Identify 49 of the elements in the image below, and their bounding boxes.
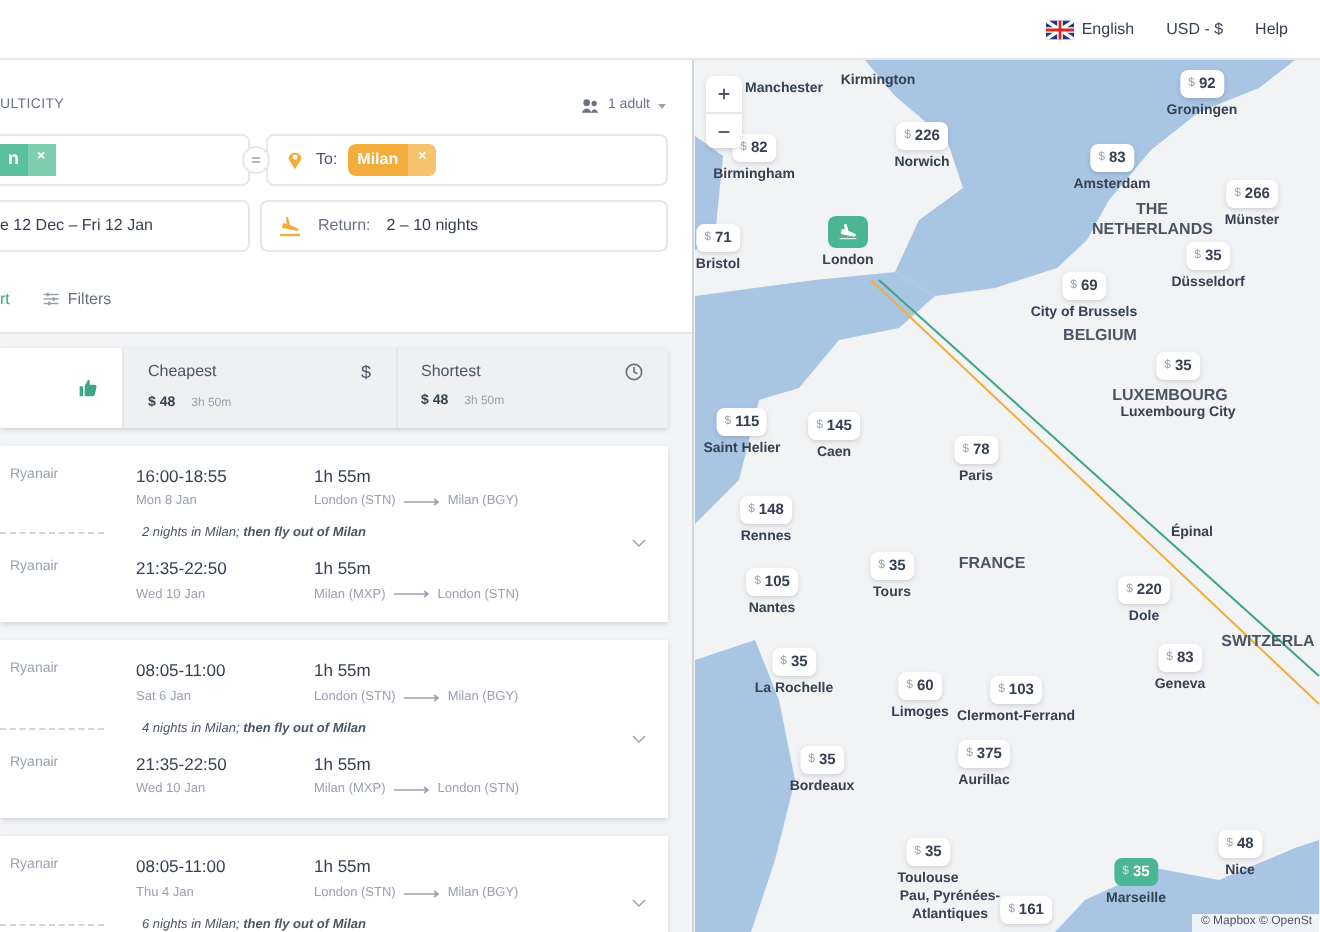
arrow-icon bbox=[403, 889, 440, 898]
flight-duration: 1h 55m bbox=[314, 463, 373, 489]
flight-duration: 1h 55m bbox=[314, 555, 373, 581]
currency-link[interactable]: USD - $ bbox=[1166, 17, 1224, 41]
flight-times: 21:35-22:50 bbox=[136, 555, 229, 581]
map-label: BELGIUM bbox=[1063, 324, 1137, 348]
flight-times: 16:00-18:55 bbox=[136, 463, 229, 489]
map-label: FRANCE bbox=[958, 552, 1026, 576]
return-field[interactable]: Return: 2 – 10 nights bbox=[260, 199, 668, 251]
caret-down-icon bbox=[656, 100, 668, 113]
thumbs-up-icon bbox=[78, 377, 98, 397]
people-icon bbox=[579, 96, 600, 117]
chevron-down-icon bbox=[630, 729, 648, 748]
filter-icon bbox=[41, 290, 60, 308]
flight-times: 08:05-11:00 bbox=[136, 854, 228, 880]
landing-plane-icon bbox=[278, 213, 302, 237]
return-label: Return: bbox=[318, 213, 371, 237]
flight-duration: 1h 55m bbox=[314, 854, 373, 880]
map-label: LUXEMBOURG bbox=[1112, 384, 1228, 405]
plane-icon bbox=[838, 222, 858, 242]
flight-times: 08:05-11:00 bbox=[136, 658, 228, 684]
swap-button[interactable] bbox=[242, 145, 270, 173]
flag-icon bbox=[1045, 15, 1074, 43]
flight-duration: 1h 55m bbox=[314, 658, 373, 684]
tab-title: Cheapest bbox=[148, 360, 217, 385]
clock-icon bbox=[624, 362, 644, 383]
map-label: THE NETHERLANDS bbox=[1092, 200, 1212, 240]
arrow-icon bbox=[403, 693, 440, 702]
return-value: 2 – 10 nights bbox=[386, 213, 479, 237]
filters-link[interactable]: Filters bbox=[67, 287, 112, 311]
origin-pin[interactable] bbox=[828, 216, 868, 248]
date-field[interactable]: e 12 Dec – Fri 12 Jan bbox=[0, 199, 250, 251]
language-link[interactable]: English bbox=[1081, 17, 1135, 41]
flight-duration: 1h 55m bbox=[314, 751, 373, 777]
chevron-down-icon bbox=[630, 894, 648, 913]
sort-tab[interactable] bbox=[0, 347, 122, 427]
arrow-icon bbox=[393, 590, 430, 599]
plus-icon bbox=[716, 86, 732, 102]
location-pin-icon bbox=[284, 147, 306, 171]
arrow-icon bbox=[393, 786, 430, 795]
swap-icon bbox=[248, 151, 264, 167]
dollar-icon: $ bbox=[360, 359, 371, 386]
tab-title: Shortest bbox=[421, 360, 481, 385]
flight-times: 21:35-22:50 bbox=[136, 751, 229, 777]
to-label: To: bbox=[316, 147, 338, 171]
chevron-down-icon bbox=[630, 533, 648, 552]
help-link[interactable]: Help bbox=[1255, 17, 1288, 41]
map[interactable] bbox=[694, 60, 1320, 932]
arrow-icon bbox=[403, 498, 440, 507]
